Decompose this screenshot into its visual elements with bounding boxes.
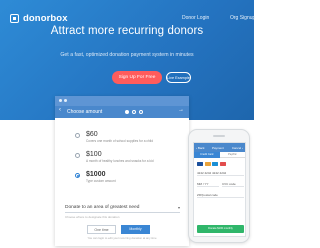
amount-description: Covers one month of school supplies for …: [86, 139, 153, 143]
form-window-bar: [55, 96, 189, 106]
step-dot-icon: [125, 110, 129, 114]
donorbox-logo-icon: [10, 14, 19, 23]
window-dot-icon: [59, 99, 62, 102]
next-arrow-icon[interactable]: →: [178, 107, 184, 113]
mastercard-icon: [204, 162, 211, 166]
nav-donor-login[interactable]: Donor Login: [182, 15, 209, 21]
sign-up-button[interactable]: Sign Up For Free: [112, 71, 162, 84]
phone-mockup: ‹ Back Payment Cancel › Credit Card PayP…: [188, 129, 250, 243]
amount-value: $1000: [86, 171, 106, 178]
donation-form-card: ‹ Choose amount → $60 Covers one month o…: [55, 96, 189, 246]
chevron-down-icon: ▾: [177, 205, 180, 210]
live-example-button[interactable]: Live Example: [166, 72, 191, 83]
zip-field[interactable]: ZIP/postal code: [197, 192, 244, 198]
card-number-field[interactable]: 4242 4242 4242 4242: [197, 170, 244, 176]
phone-back[interactable]: ‹ Back: [196, 146, 205, 150]
amount-description: A month of healthy lunches and snacks fo…: [86, 159, 154, 163]
nav-org-signup[interactable]: Org Signup: [230, 15, 255, 21]
amount-value: $60: [86, 131, 98, 138]
back-arrow-icon[interactable]: ‹: [59, 107, 61, 113]
payment-tabs: Credit Card PayPal: [194, 152, 245, 158]
phone-title: Payment: [212, 146, 224, 150]
expiry-field[interactable]: MM / YY: [197, 181, 219, 187]
designation-hint: Choose where to designate this donation: [65, 215, 120, 219]
phone-speaker: [213, 135, 225, 137]
form-footer-note: You can login to edit your recurring don…: [87, 236, 157, 240]
amount-value: $100: [86, 151, 102, 158]
hero-subline: Get a fast, optimized donation payment s…: [60, 52, 194, 58]
phone-cancel[interactable]: Cancel ›: [232, 146, 243, 150]
step-indicator: [125, 110, 143, 114]
tab-credit-card[interactable]: Credit Card: [194, 152, 220, 158]
form-header: ‹ Choose amount →: [55, 106, 189, 118]
phone-screen: ‹ Back Payment Cancel › Credit Card PayP…: [193, 142, 246, 237]
card-logos: [197, 162, 226, 166]
amex-icon: [212, 162, 218, 166]
phone-header: ‹ Back Payment Cancel ›: [194, 143, 245, 152]
logo-text: donorbox: [23, 13, 68, 24]
radio-button[interactable]: [75, 133, 80, 138]
one-time-button[interactable]: One time: [87, 225, 116, 234]
visa-icon: [197, 162, 203, 166]
logo[interactable]: donorbox: [10, 13, 68, 24]
radio-button[interactable]: [75, 153, 80, 158]
hero-headline: Attract more recurring donors: [50, 25, 204, 37]
donate-button[interactable]: Donate $100 monthly: [197, 225, 244, 233]
step-dot-icon: [132, 110, 136, 114]
step-dot-icon: [139, 110, 143, 114]
tab-paypal[interactable]: PayPal: [219, 152, 245, 158]
radio-button-selected[interactable]: [75, 173, 80, 178]
monthly-button[interactable]: Monthly: [121, 225, 150, 234]
amount-description: Type custom amount: [86, 179, 116, 183]
cvc-field[interactable]: CVC code: [222, 181, 244, 187]
window-dot-icon: [64, 99, 67, 102]
form-title: Choose amount: [67, 109, 103, 115]
designation-select[interactable]: Donate to an area of greatest need ▾: [65, 205, 180, 213]
discover-icon: [219, 162, 226, 166]
designation-label: Donate to an area of greatest need: [65, 205, 140, 210]
